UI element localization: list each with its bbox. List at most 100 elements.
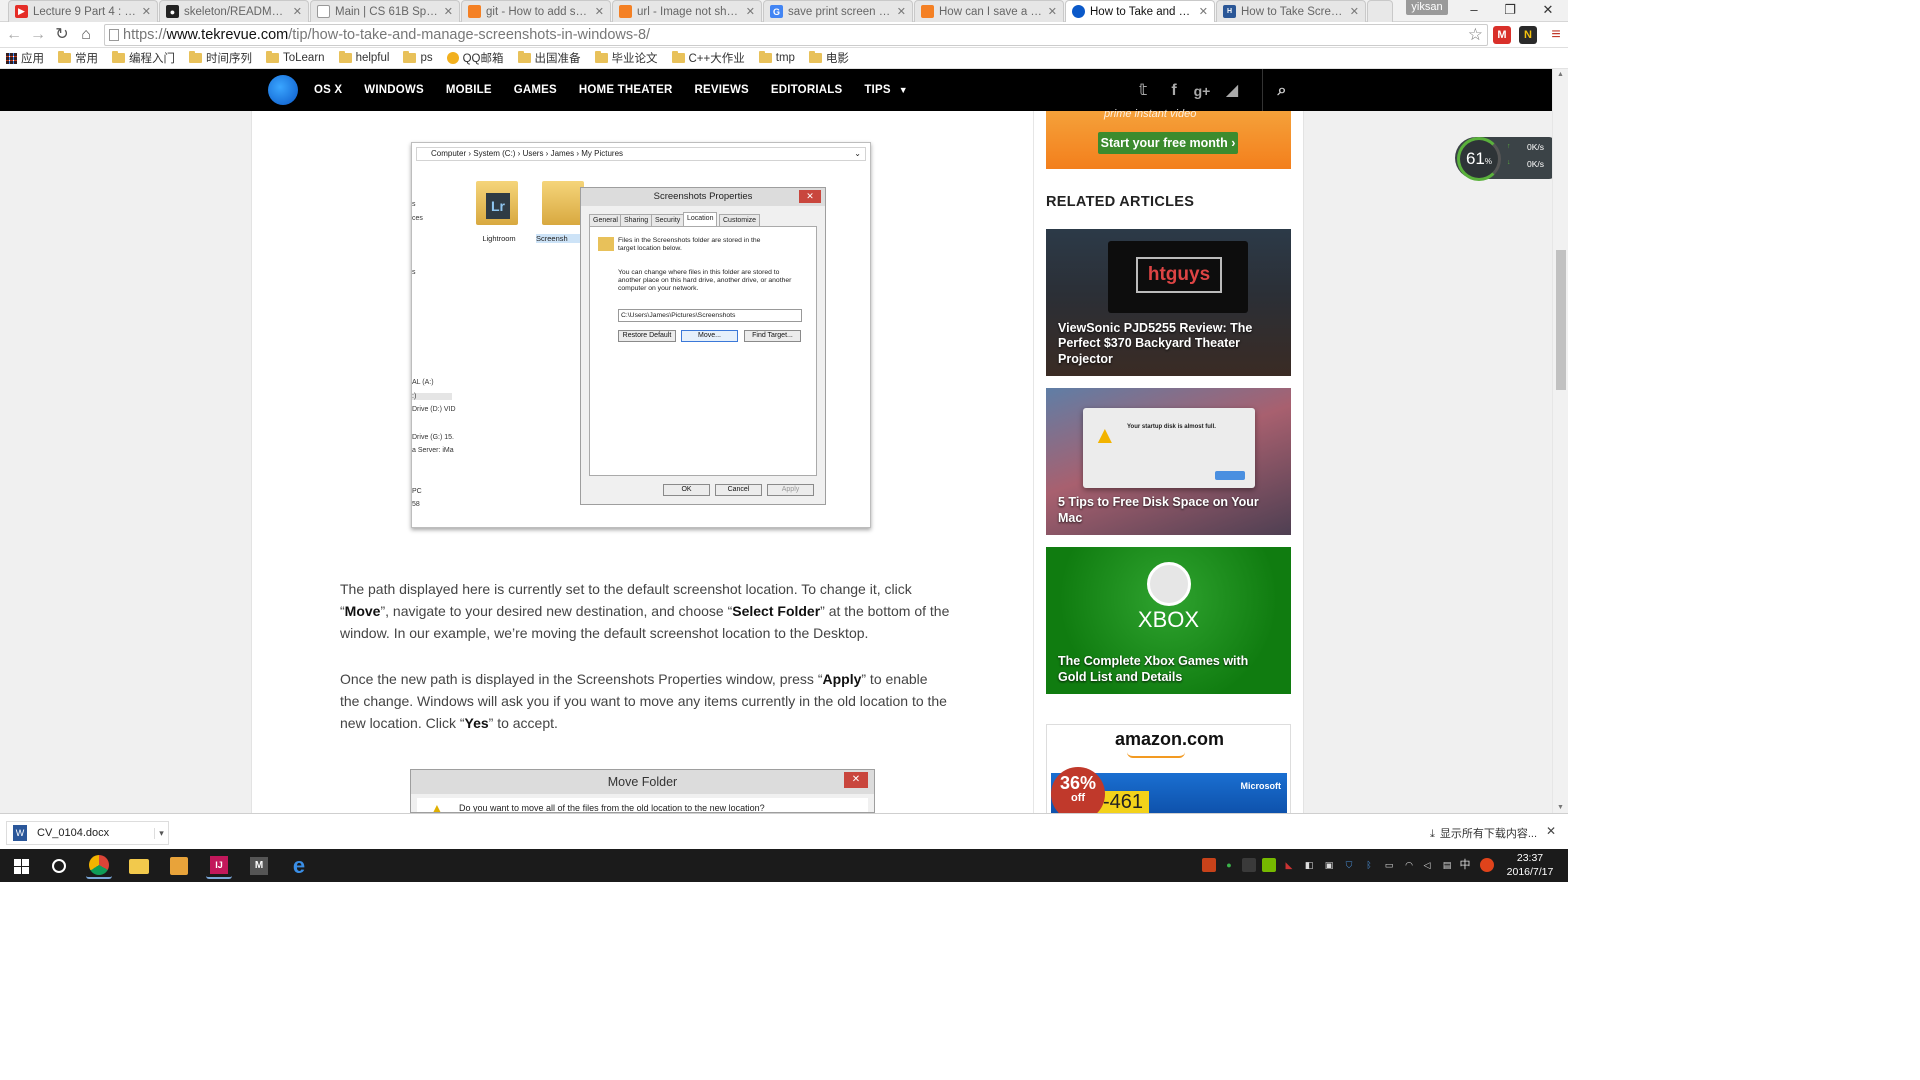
wifi-icon[interactable]: ◠ [1402, 858, 1416, 872]
scroll-up-icon[interactable]: ▲ [1557, 71, 1564, 78]
browser-tab[interactable]: ▶ Lecture 9 Part 4 : Casti ✕ [8, 0, 158, 22]
minimize-icon[interactable]: – [1456, 0, 1492, 20]
volume-icon[interactable]: ◁ [1420, 858, 1434, 872]
close-tab-icon[interactable]: ✕ [1350, 5, 1359, 18]
bookmark-folder[interactable]: C++大作业 [671, 50, 745, 66]
gmail-extension-icon[interactable]: M [1493, 26, 1511, 44]
bookmark-apps[interactable]: 应用 [6, 50, 44, 66]
tekrevue-logo[interactable] [268, 75, 298, 105]
windows-start-icon[interactable] [8, 853, 34, 879]
close-tab-icon[interactable]: ✕ [293, 5, 302, 18]
user-profile-badge[interactable]: yiksan [1406, 0, 1448, 15]
new-tab-button[interactable] [1367, 0, 1393, 22]
close-tab-icon[interactable]: ✕ [897, 5, 906, 18]
star-bookmark-icon[interactable]: ☆ [1468, 25, 1483, 45]
edge-icon[interactable]: e [286, 853, 312, 879]
page-scrollbar[interactable]: ▲ ▼ [1552, 69, 1568, 813]
bluetooth-icon[interactable]: ᛒ [1362, 858, 1376, 872]
notification-extension-icon[interactable]: N [1519, 26, 1537, 44]
bookmark-folder[interactable]: 常用 [58, 50, 98, 66]
bookmark-qqmail[interactable]: QQ邮箱 [446, 50, 504, 66]
browser-tab[interactable]: Gsave print screen to di ✕ [763, 0, 913, 22]
restore-icon[interactable]: ❐ [1492, 0, 1528, 20]
scrollbar-thumb[interactable] [1556, 250, 1566, 390]
chevron-down-icon[interactable]: ▾ [154, 827, 168, 839]
close-tab-icon[interactable]: ✕ [142, 5, 151, 18]
browser-tab-active[interactable]: How to Take and Man ✕ [1065, 0, 1215, 22]
menu-icon[interactable]: ≡ [1546, 25, 1566, 45]
close-tab-icon[interactable]: ✕ [595, 5, 604, 18]
browser-tab[interactable]: Main | CS 61B Spring 2 ✕ [310, 0, 460, 22]
home-icon[interactable]: ⌂ [76, 25, 96, 45]
sogou-ime-icon[interactable] [1480, 858, 1494, 872]
url-input[interactable]: https://www.tekrevue.com/tip/how-to-take… [104, 24, 1488, 46]
bookmark-folder[interactable]: helpful [338, 51, 389, 64]
reload-icon[interactable]: ↻ [52, 25, 72, 45]
caret-down-icon[interactable]: ▼ [899, 85, 908, 95]
article-paragraph: The path displayed here is currently set… [340, 581, 950, 641]
wechat-icon[interactable]: ● [1222, 858, 1236, 872]
close-window-icon[interactable]: ✕ [1530, 0, 1566, 20]
intellij-icon[interactable]: IJ [206, 853, 232, 879]
nav-item-windows[interactable]: WINDOWS [364, 84, 424, 96]
taskbar-clock[interactable]: 23:37 2016/7/17 [1506, 851, 1554, 879]
related-article-card[interactable]: XBOX The Complete Xbox Games with Gold L… [1046, 547, 1291, 694]
action-center-icon[interactable]: ▤ [1440, 858, 1454, 872]
tray-app-icon[interactable]: ◧ [1302, 858, 1316, 872]
nvidia-icon[interactable] [1262, 858, 1276, 872]
terminal-app-icon[interactable] [166, 853, 192, 879]
nav-item-games[interactable]: GAMES [514, 84, 557, 96]
close-tab-icon[interactable]: ✕ [1048, 5, 1057, 18]
browser-tab[interactable]: How can I save a scree ✕ [914, 0, 1064, 22]
battery-icon[interactable]: ▭ [1382, 858, 1396, 872]
browser-tab[interactable]: git - How to add scree ✕ [461, 0, 611, 22]
tray-app-icon[interactable]: ▣ [1322, 858, 1336, 872]
ime-indicator[interactable]: 中 [1458, 858, 1472, 872]
search-circle-icon[interactable] [46, 853, 72, 879]
nav-item-home-theater[interactable]: HOME THEATER [579, 84, 673, 96]
tray-app-icon[interactable] [1202, 858, 1216, 872]
show-all-downloads-link[interactable]: ⤓ 显示所有下载内容... [1430, 825, 1537, 841]
markdown-editor-icon[interactable]: M [246, 853, 272, 879]
browser-tab[interactable]: url - Image not showin ✕ [612, 0, 762, 22]
close-tab-icon[interactable]: ✕ [1199, 5, 1208, 18]
bookmark-folder[interactable]: 电影 [808, 50, 849, 66]
back-arrow-icon[interactable]: ← [4, 25, 24, 45]
nav-item-tips[interactable]: TIPS [864, 84, 890, 96]
bookmark-folder[interactable]: ToLearn [266, 51, 325, 64]
search-icon[interactable]: ⌕ [1272, 81, 1292, 101]
forward-arrow-icon[interactable]: → [28, 25, 48, 45]
bookmark-folder[interactable]: 毕业论文 [594, 50, 658, 66]
network-monitor-widget[interactable]: 61% ↑ 0K/s ↓ 0K/s [1455, 137, 1555, 181]
download-item[interactable]: W CV_0104.docx ▾ [6, 821, 169, 845]
bookmark-folder[interactable]: 时间序列 [189, 50, 252, 66]
chrome-icon[interactable] [86, 853, 112, 879]
file-explorer-icon[interactable] [126, 853, 152, 879]
close-tab-icon[interactable]: ✕ [444, 5, 453, 18]
bookmark-folder[interactable]: ps [403, 51, 433, 64]
nav-item-editorials[interactable]: EDITORIALS [771, 84, 842, 96]
mac-alert-image: ▲ Your startup disk is almost full. [1083, 408, 1255, 488]
rss-icon[interactable]: ◢ [1222, 81, 1242, 101]
nav-item-reviews[interactable]: REVIEWS [694, 84, 748, 96]
browser-tab[interactable]: ● skeleton/README.md ✕ [159, 0, 309, 22]
browser-tab[interactable]: H How to Take Screensh ✕ [1216, 0, 1366, 22]
related-article-card[interactable]: htguys ViewSonic PJD5255 Review: The Per… [1046, 229, 1291, 376]
amazon-ad[interactable]: amazon.com Microsoft -461 36% off [1046, 724, 1291, 816]
start-free-month-button[interactable]: Start your free month › [1098, 132, 1238, 154]
shield-icon[interactable]: ⛉ [1342, 858, 1356, 872]
bookmark-folder[interactable]: tmp [758, 51, 795, 64]
facebook-icon[interactable]: f [1164, 81, 1184, 101]
bookmark-folder[interactable]: 出国准备 [517, 50, 581, 66]
google-plus-icon[interactable]: g+ [1192, 81, 1212, 101]
twitter-icon[interactable]: 𝕥 [1133, 81, 1153, 101]
bookmark-folder[interactable]: 编程入门 [112, 50, 175, 66]
tray-app-icon[interactable]: ◣ [1282, 858, 1296, 872]
scroll-down-icon[interactable]: ▼ [1557, 804, 1564, 811]
nav-item-osx[interactable]: OS X [314, 84, 342, 96]
nav-item-mobile[interactable]: MOBILE [446, 84, 492, 96]
close-download-bar-icon[interactable]: ✕ [1546, 824, 1556, 838]
close-tab-icon[interactable]: ✕ [746, 5, 755, 18]
related-article-card[interactable]: ▲ Your startup disk is almost full. 5 Ti… [1046, 388, 1291, 535]
tray-app-icon[interactable] [1242, 858, 1256, 872]
